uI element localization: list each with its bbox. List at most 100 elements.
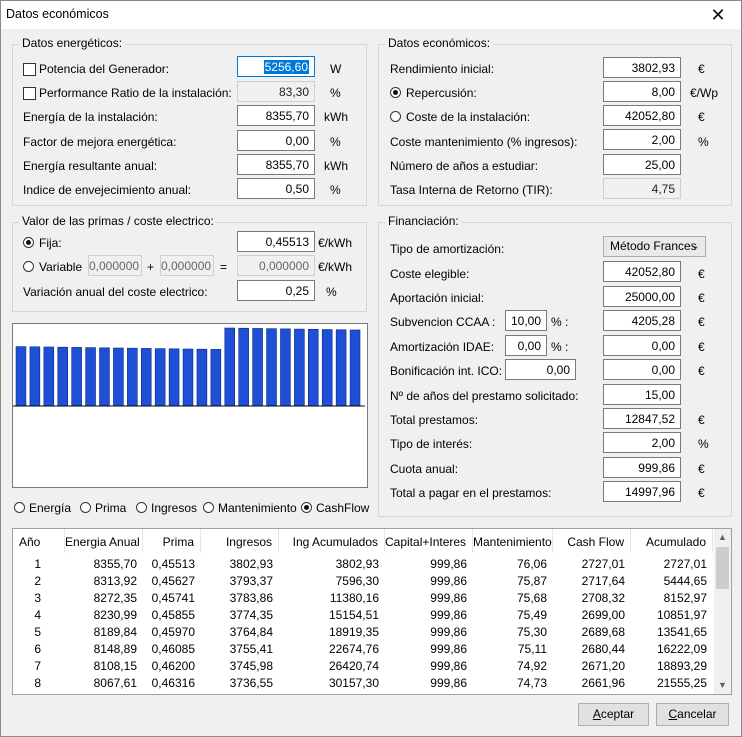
anos-input[interactable]: 25,00 xyxy=(603,154,681,175)
repercusion-input[interactable]: 8,00 xyxy=(603,81,681,102)
table-cell: 5 xyxy=(34,625,41,639)
total-prestamos-input[interactable]: 12847,52 xyxy=(603,408,681,429)
chart-bar xyxy=(224,327,236,407)
coste-input[interactable]: 42052,80 xyxy=(603,105,681,126)
aportacion-input[interactable]: 25000,00 xyxy=(603,286,681,307)
ico-pct-input[interactable]: 0,00 xyxy=(505,359,576,380)
table-row[interactable]: 7 8108,15 0,46200 3745,98 26420,74 999,86 74,9… xyxy=(13,658,713,675)
variacion-label: Variación anual del coste electrico: xyxy=(23,285,208,299)
repercusion-radio[interactable] xyxy=(390,87,401,98)
table-cell: 2689,68 xyxy=(581,625,625,639)
chart-bar xyxy=(57,346,68,407)
chart-bar xyxy=(294,328,305,407)
potencia-checkbox[interactable] xyxy=(23,63,36,76)
mantenimiento-unit: % xyxy=(698,135,709,149)
chart-bar xyxy=(196,348,208,407)
envejecimiento-unit: % xyxy=(330,183,341,197)
table-row[interactable]: 8 8067,61 0,46316 3736,55 30157,30 999,86 74,7… xyxy=(13,675,713,692)
performance-label: Performance Ratio de la instalación: xyxy=(39,86,232,100)
scroll-down-icon[interactable]: ▼ xyxy=(714,677,731,694)
coste-elegible-input[interactable]: 42052,80 xyxy=(603,261,681,282)
chart-bar xyxy=(266,328,277,407)
total-prestamos-label: Total prestamos: xyxy=(390,413,479,427)
table-cell: 3 xyxy=(34,591,41,605)
table-row[interactable]: 4 8230,99 0,45855 3774,35 15154,51 999,86 75,4… xyxy=(13,607,713,624)
results-table[interactable]: Año Energia Anual Prima Ingresos Ing Acumula… xyxy=(12,528,732,695)
table-cell: 0,46200 xyxy=(151,659,195,673)
table-cell: 75,11 xyxy=(517,642,547,656)
scroll-thumb[interactable] xyxy=(716,547,729,589)
chart-bar xyxy=(168,348,180,407)
tir-label: Tasa Interna de Retorno (TIR): xyxy=(390,183,553,197)
fija-radio[interactable] xyxy=(23,237,34,248)
performance-checkbox[interactable] xyxy=(23,87,36,100)
rendimiento-label: Rendimiento inicial: xyxy=(390,62,495,76)
chart-bar xyxy=(349,329,361,407)
vertical-scrollbar[interactable]: ▲ ▼ xyxy=(714,529,731,694)
ccaa-pct-input[interactable]: 10,00 xyxy=(505,310,547,331)
mantenimiento-input[interactable]: 2,00 xyxy=(603,129,681,150)
idae-pct-unit: % : xyxy=(551,340,569,354)
scroll-up-icon[interactable]: ▲ xyxy=(714,529,731,546)
table-row[interactable]: 6 8148,89 0,46085 3755,41 22674,76 999,86 75,1… xyxy=(13,641,713,658)
chart-mode-radio-mantenimiento[interactable] xyxy=(203,502,214,513)
column-header[interactable]: Ingresos xyxy=(201,529,279,553)
idae-unit: € xyxy=(698,340,705,354)
idae-input[interactable]: 0,00 xyxy=(603,335,681,356)
close-icon[interactable]: ✕ xyxy=(695,1,741,29)
column-header[interactable]: Prima xyxy=(143,529,201,553)
cancel-button[interactable]: Cancelar xyxy=(656,703,729,726)
variable-radio[interactable] xyxy=(23,261,34,272)
variable-input-2: 0,000000 xyxy=(160,255,214,276)
aportacion-label: Aportación inicial: xyxy=(390,291,485,305)
envejecimiento-input[interactable]: 0,50 xyxy=(237,178,315,199)
table-cell: 3802,93 xyxy=(335,557,379,571)
ccaa-input[interactable]: 4205,28 xyxy=(603,310,681,331)
column-header[interactable]: Energia Anual xyxy=(65,529,143,553)
interes-input[interactable]: 2,00 xyxy=(603,432,681,453)
table-cell: 2727,01 xyxy=(663,557,707,571)
column-header[interactable]: Cash Flow xyxy=(553,529,631,553)
table-cell: 75,87 xyxy=(516,574,547,588)
column-header[interactable]: Capital+Interes xyxy=(385,529,473,553)
energia-input[interactable]: 8355,70 xyxy=(237,105,315,126)
rendimiento-input[interactable]: 3802,93 xyxy=(603,57,681,78)
chart-mode-radio-prima[interactable] xyxy=(80,502,91,513)
table-cell: 22674,76 xyxy=(328,642,379,656)
table-row[interactable]: 3 8272,35 0,45741 3783,86 11380,16 999,86 75,6… xyxy=(13,590,713,607)
potencia-input[interactable]: 5256,60 xyxy=(237,56,315,77)
table-row[interactable]: 2 8313,92 0,45627 3793,37 7596,30 999,86 75,87… xyxy=(13,573,713,590)
chart-mode-radio-energía[interactable] xyxy=(14,502,25,513)
resultante-input[interactable]: 8355,70 xyxy=(237,154,315,175)
chart-bar xyxy=(113,347,124,407)
idae-label: Amortización IDAE: xyxy=(390,340,495,354)
total-pagar-input[interactable]: 14997,96 xyxy=(603,481,681,502)
table-row[interactable]: 1 8355,70 0,45513 3802,93 3802,93 999,86 76,06… xyxy=(13,556,713,573)
amortization-type-dropdown[interactable]: Método Frances ⌄ xyxy=(603,236,706,257)
column-header[interactable]: Acumulado xyxy=(631,529,713,553)
chart-bar xyxy=(127,347,138,407)
anos-prestamo-input[interactable]: 15,00 xyxy=(603,384,681,405)
accept-button[interactable]: Aceptar xyxy=(578,703,649,726)
variacion-input[interactable]: 0,25 xyxy=(237,280,315,301)
table-cell: 5444,65 xyxy=(663,574,707,588)
column-header[interactable]: Ing Acumulados xyxy=(279,529,385,553)
ico-input[interactable]: 0,00 xyxy=(603,359,681,380)
table-cell: 75,30 xyxy=(516,625,547,639)
idae-pct-input[interactable]: 0,00 xyxy=(505,335,547,356)
table-cell: 999,86 xyxy=(430,574,467,588)
table-cell: 7 xyxy=(34,659,41,673)
total-prestamos-unit: € xyxy=(698,413,705,427)
table-cell: 0,45970 xyxy=(151,625,195,639)
chart-mode-radio-cashflow[interactable] xyxy=(301,502,312,513)
table-row[interactable]: 5 8189,84 0,45970 3764,84 18919,35 999,86 75,3… xyxy=(13,624,713,641)
column-header[interactable]: Año xyxy=(13,529,65,553)
column-header[interactable]: Mantenimiento xyxy=(473,529,553,553)
chart-mode-radio-ingresos[interactable] xyxy=(136,502,147,513)
coste-radio[interactable] xyxy=(390,111,401,122)
cuota-input[interactable]: 999,86 xyxy=(603,457,681,478)
factor-input[interactable]: 0,00 xyxy=(237,130,315,151)
table-cell: 3736,55 xyxy=(229,676,273,690)
group-title: Datos energéticos: xyxy=(19,36,126,50)
fija-input[interactable]: 0,45513 xyxy=(237,231,315,252)
